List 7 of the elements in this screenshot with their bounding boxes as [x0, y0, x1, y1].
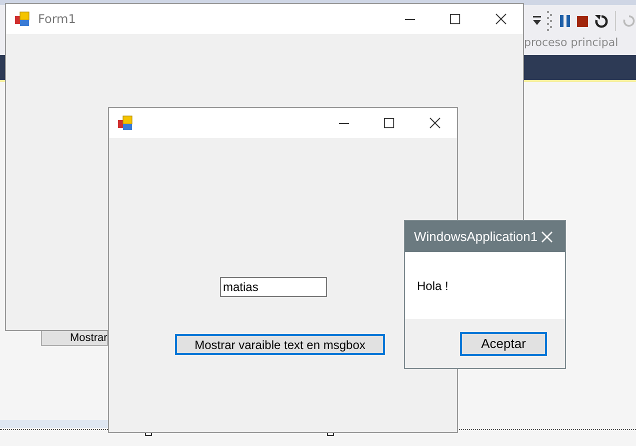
ok-button[interactable]: Aceptar	[460, 332, 547, 356]
message-text: Hola !	[417, 278, 448, 292]
window-title: Form1	[38, 12, 76, 26]
text-field[interactable]: matias	[220, 277, 327, 297]
process-label: proceso principal	[524, 36, 618, 49]
dialog-title: WindowsApplication1	[414, 229, 538, 244]
show-button[interactable]: Mostrar varaible text en msgbox	[175, 334, 385, 355]
